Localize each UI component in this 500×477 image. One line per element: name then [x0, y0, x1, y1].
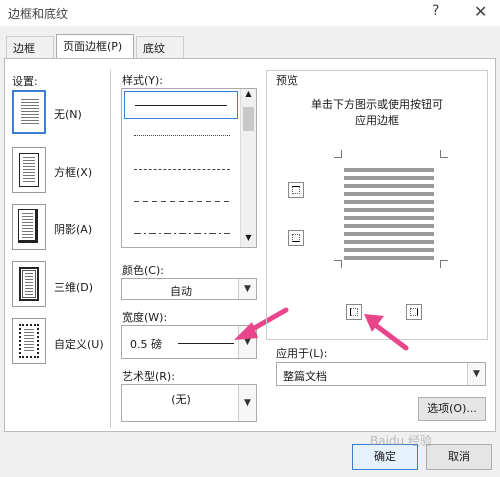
scroll-thumb[interactable]: [243, 107, 254, 131]
divider-left: [110, 70, 111, 428]
setting-box-button[interactable]: [12, 147, 46, 193]
bottom-border-button[interactable]: [288, 230, 304, 246]
style-item-dotted[interactable]: [134, 135, 230, 136]
style-item-solid[interactable]: [124, 91, 238, 119]
preview-hint-line1: 单击下方图示或使用按钮可: [311, 98, 443, 111]
style-item-dashed-large[interactable]: [134, 201, 230, 202]
preview-hint-line2: 应用边框: [355, 114, 399, 127]
setting-box-label: 方框(X): [54, 166, 93, 179]
style-heading: 样式(Y):: [122, 74, 164, 87]
page-box-icon: [19, 153, 39, 187]
setting-shadow-label: 阴影(A): [54, 223, 93, 236]
apply-select[interactable]: 整篇文档 ▼: [276, 362, 486, 386]
preview-text-lines: [344, 168, 434, 262]
apply-heading: 应用于(L):: [276, 347, 328, 360]
tab-borders[interactable]: 边框(B): [6, 36, 54, 69]
preview-page[interactable]: [334, 150, 448, 268]
setting-custom-button[interactable]: [12, 318, 46, 364]
setting-3d-button[interactable]: [12, 261, 46, 307]
setting-shadow-button[interactable]: [12, 204, 46, 250]
help-icon[interactable]: ?: [432, 3, 439, 19]
art-heading: 艺术型(R):: [122, 370, 175, 383]
chevron-down-icon[interactable]: ▼: [238, 279, 256, 299]
close-icon[interactable]: ✕: [474, 2, 487, 21]
width-value: 0.5 磅: [130, 338, 162, 351]
width-sample-line: [178, 343, 234, 344]
art-select[interactable]: (无) ▼: [121, 384, 257, 422]
cancel-button[interactable]: 取消: [426, 444, 492, 470]
page-shadow-icon: [18, 209, 38, 243]
window-title: 边框和底纹: [8, 7, 69, 21]
page-custom-icon: [19, 324, 39, 358]
scroll-down-icon[interactable]: ▼: [241, 233, 256, 247]
preview-heading: 预览: [276, 74, 298, 87]
apply-value: 整篇文档: [283, 370, 327, 383]
options-button[interactable]: 选项(O)...: [418, 397, 486, 421]
page-3d-icon: [19, 267, 39, 301]
color-select[interactable]: 自动 ▼: [121, 278, 257, 300]
tab-page-border[interactable]: 页面边框(P): [56, 34, 134, 58]
scroll-up-icon[interactable]: ▲: [241, 89, 256, 103]
setting-3d-label: 三维(D): [54, 281, 94, 294]
art-value: (无): [171, 393, 191, 406]
title-bar: [0, 0, 500, 26]
annotation-arrow-icon: [364, 314, 409, 351]
page-icon: [21, 96, 39, 128]
style-item-dash-dot[interactable]: [134, 233, 230, 234]
chevron-down-icon[interactable]: ▼: [238, 385, 256, 421]
style-scrollbar[interactable]: ▲ ▼: [240, 89, 256, 247]
watermark: Baidu 经验: [370, 434, 432, 448]
setting-custom-label: 自定义(U): [54, 338, 104, 351]
color-value: 自动: [170, 285, 192, 298]
style-listbox[interactable]: ▲ ▼: [121, 88, 257, 248]
style-item-dashed-small[interactable]: [134, 169, 230, 170]
setting-none-label: 无(N): [54, 108, 82, 121]
tab-shading[interactable]: 底纹(S): [136, 36, 184, 69]
width-heading: 宽度(W):: [122, 311, 168, 324]
settings-heading: 设置:: [12, 75, 38, 88]
chevron-down-icon[interactable]: ▼: [467, 363, 485, 385]
top-border-button[interactable]: [288, 182, 304, 198]
color-heading: 颜色(C):: [122, 264, 164, 277]
setting-none-button[interactable]: [12, 90, 46, 134]
